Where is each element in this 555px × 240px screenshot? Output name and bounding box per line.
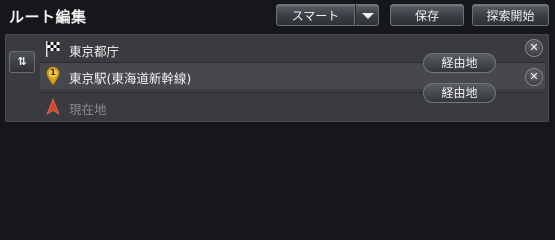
page-title: ルート編集	[9, 8, 87, 26]
swap-order-button[interactable]: ⇅	[9, 51, 35, 73]
smart-route-button[interactable]: スマート	[276, 4, 355, 26]
waypoint-number: 1	[50, 68, 56, 77]
route-point-label: 東京駅(東海道新幹線)	[69, 71, 192, 86]
remove-destination-button[interactable]: ✕	[525, 39, 543, 57]
current-location-arrow-icon	[46, 98, 60, 115]
chevron-down-icon	[362, 13, 374, 19]
header-bar: ルート編集 スマート 保存 探索開始	[0, 0, 555, 34]
checkered-flag-icon	[46, 41, 60, 57]
route-point-label: 東京都庁	[69, 44, 120, 59]
close-icon: ✕	[529, 41, 539, 54]
start-search-button[interactable]: 探索開始	[472, 4, 549, 26]
save-button[interactable]: 保存	[390, 4, 464, 26]
close-icon: ✕	[529, 70, 539, 83]
via-point-button[interactable]: 経由地	[423, 83, 496, 103]
route-point-label: 現在地	[69, 102, 107, 117]
swap-icon: ⇅	[17, 55, 27, 68]
via-point-button[interactable]: 経由地	[423, 53, 496, 73]
remove-waypoint-button[interactable]: ✕	[525, 68, 543, 86]
smart-route-dropdown-button[interactable]	[355, 4, 379, 26]
